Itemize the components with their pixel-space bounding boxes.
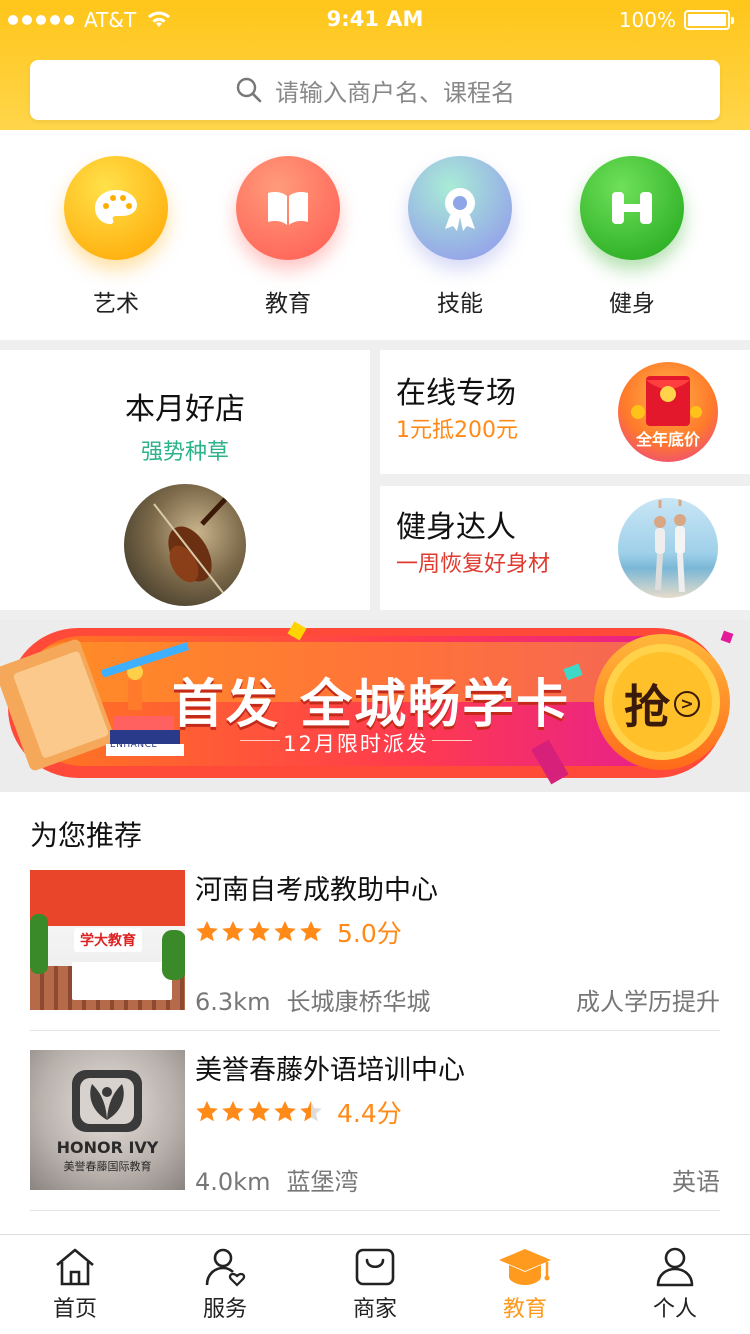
rating-stars: 5.0分 xyxy=(195,914,402,950)
shop-logo-subtext: 美誉春藤国际教育 xyxy=(63,1160,152,1173)
category-tag: 成人学历提升 xyxy=(576,988,720,1016)
tab-label: 教育 xyxy=(502,1297,547,1322)
shop-logo-text: 学大教育 xyxy=(74,928,142,952)
promo-title: 在线专场 xyxy=(396,376,516,411)
category-education[interactable]: 教育 xyxy=(218,156,358,318)
promo-banner[interactable]: ENHANCE 首发 全城畅学卡 12月限时派发 抢 > xyxy=(0,620,750,792)
promo-title: 健身达人 xyxy=(396,510,516,545)
tab-label: 商家 xyxy=(352,1297,397,1322)
rating-score: 4.4分 xyxy=(337,1099,402,1128)
battery-percent: 100% xyxy=(618,8,676,32)
graduation-cap-icon xyxy=(499,1249,551,1285)
shop-logo-text: HONOR IVY xyxy=(56,1138,159,1157)
list-item[interactable]: 学大教育 河南自考成教助中心 5.0分 6.3km 长城康桥华城 成人学历提升 xyxy=(30,870,720,1050)
shop-name: 河南自考成教助中心 xyxy=(195,875,438,906)
tab-profile[interactable]: 个人 xyxy=(600,1235,750,1334)
divider xyxy=(30,1210,720,1211)
yoga-photo xyxy=(618,498,718,598)
shop-meta: 6.3km 长城康桥华城 xyxy=(195,982,430,1017)
red-envelope-icon: 全年底价 xyxy=(618,362,718,462)
promo-title: 本月好店 xyxy=(125,392,245,427)
area: 蓝堡湾 xyxy=(286,1168,359,1196)
badge-icon xyxy=(408,156,512,260)
grab-label: 抢 xyxy=(624,680,670,734)
search-icon xyxy=(236,77,262,103)
chevron-right-icon: > xyxy=(674,691,700,717)
section-title: 为您推荐 xyxy=(30,819,143,852)
banner-divider-left xyxy=(240,740,280,741)
category-grid: 艺术 教育 技能 健身 xyxy=(0,130,750,340)
tab-home[interactable]: 首页 xyxy=(0,1235,150,1334)
category-art[interactable]: 艺术 xyxy=(46,156,186,318)
category-skill[interactable]: 技能 xyxy=(390,156,530,318)
star-icons xyxy=(196,1101,322,1122)
tab-bar: 首页 服务 商家 教育 个人 xyxy=(0,1234,750,1334)
promo-subtitle: 一周恢复好身材 xyxy=(396,552,551,577)
shop-name: 美誉春藤外语培训中心 xyxy=(195,1055,465,1086)
category-fitness[interactable]: 健身 xyxy=(562,156,702,318)
grab-button[interactable]: 抢 > xyxy=(612,664,712,744)
banner-book-text: ENHANCE xyxy=(110,740,158,750)
shop-photo: HONOR IVY 美誉春藤国际教育 xyxy=(30,1050,185,1190)
distance: 6.3km xyxy=(195,988,271,1016)
promo-badge: 全年底价 xyxy=(635,430,700,449)
category-label: 教育 xyxy=(265,291,311,317)
search-input[interactable]: 请输入商户名、课程名 xyxy=(30,60,720,120)
promo-subtitle: 强势种草 xyxy=(140,440,229,465)
rating-stars: 4.4分 xyxy=(195,1094,402,1130)
tab-label: 个人 xyxy=(652,1297,697,1322)
divider xyxy=(30,1030,720,1031)
home-icon xyxy=(56,1248,94,1286)
promo-fitness[interactable]: 健身达人 一周恢复好身材 xyxy=(380,486,750,610)
search-placeholder: 请输入商户名、课程名 xyxy=(275,78,515,107)
shop-bag-icon xyxy=(355,1248,395,1286)
tab-label: 服务 xyxy=(202,1297,247,1322)
service-icon xyxy=(205,1248,246,1287)
book-icon xyxy=(236,156,340,260)
promo-subtitle: 1元抵200元 xyxy=(396,418,518,443)
tab-service[interactable]: 服务 xyxy=(150,1235,300,1334)
recommend-section: 为您推荐 学大教育 河南自考成教助中心 5.0分 6.3km 长城康桥华城 成人… xyxy=(0,792,750,1234)
category-tag: 英语 xyxy=(672,1168,720,1196)
tab-shop[interactable]: 商家 xyxy=(300,1235,450,1334)
distance: 4.0km xyxy=(195,1168,271,1196)
dumbbell-icon xyxy=(580,156,684,260)
shop-meta: 4.0km 蓝堡湾 xyxy=(195,1162,358,1197)
category-label: 艺术 xyxy=(93,291,139,317)
banner-divider-right xyxy=(432,740,472,741)
banner-headline: 首发 全城畅学卡 xyxy=(172,675,571,735)
area: 长城康桥华城 xyxy=(286,988,431,1016)
banner-subline: 12月限时派发 xyxy=(283,732,429,756)
status-bar: AT&T 9:41 AM 100% xyxy=(0,0,750,40)
palette-icon xyxy=(64,156,168,260)
rating-score: 5.0分 xyxy=(337,919,402,948)
tab-label: 首页 xyxy=(52,1297,97,1322)
violin-photo xyxy=(124,484,246,606)
promo-monthly-shop[interactable]: 本月好店 强势种草 xyxy=(0,350,370,610)
category-label: 技能 xyxy=(437,291,483,317)
person-icon xyxy=(656,1247,694,1287)
category-label: 健身 xyxy=(609,291,655,317)
star-icons xyxy=(196,921,322,942)
header: AT&T 9:41 AM 100% 请输入商户名、课程名 xyxy=(0,0,750,130)
tab-education[interactable]: 教育 xyxy=(450,1235,600,1334)
list-item[interactable]: HONOR IVY 美誉春藤国际教育 美誉春藤外语培训中心 4.4分 4.0km… xyxy=(30,1050,720,1230)
shop-photo: 学大教育 xyxy=(30,870,185,1010)
promo-online[interactable]: 在线专场 1元抵200元 全年底价 xyxy=(380,350,750,474)
battery-icon xyxy=(684,10,734,30)
